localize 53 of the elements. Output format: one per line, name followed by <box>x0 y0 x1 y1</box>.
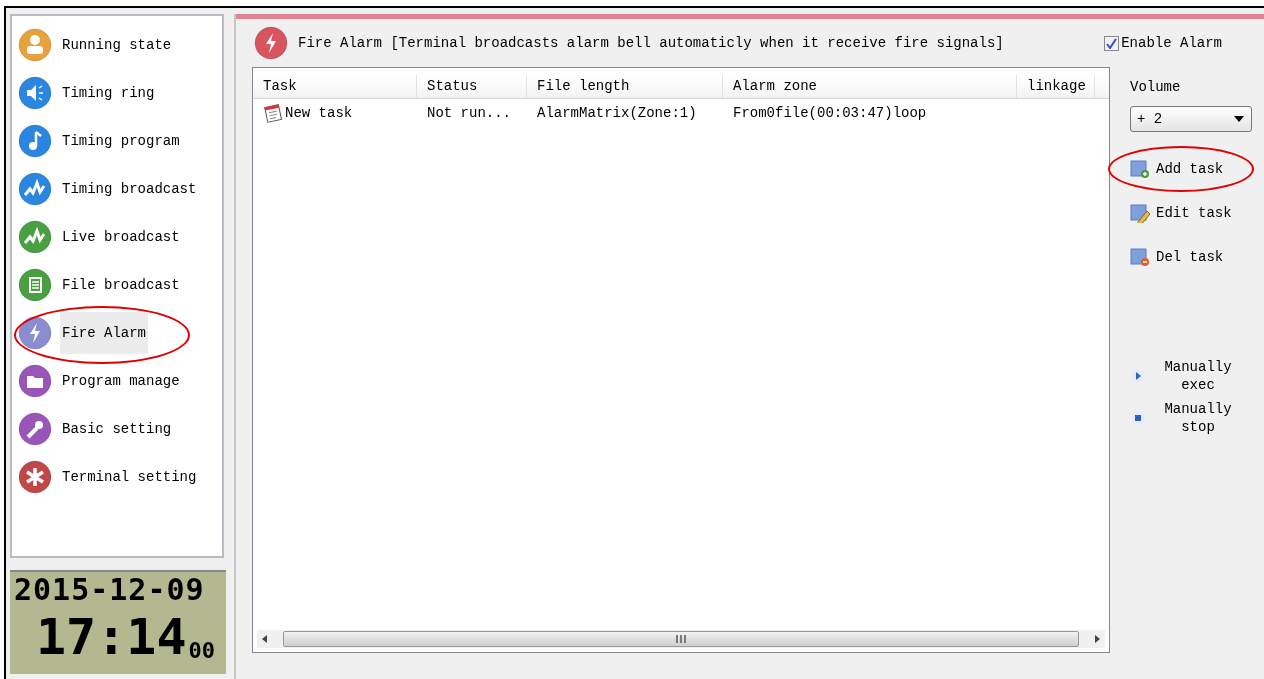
wave-icon <box>18 172 52 206</box>
sidebar-item[interactable]: Terminal setting <box>60 456 199 498</box>
column-header[interactable]: Task <box>253 75 417 98</box>
table-cell-text: From0file(00:03:47)loop <box>733 103 927 123</box>
document-icon <box>18 268 52 302</box>
column-header[interactable]: linkage <box>1017 75 1095 98</box>
column-header[interactable]: Alarm zone <box>723 75 1017 98</box>
sidebar-item[interactable]: Fire Alarm <box>60 312 148 354</box>
table-cell-text: Not run... <box>427 103 511 123</box>
volume-label: Volume <box>1130 78 1181 97</box>
folder-icon <box>18 364 52 398</box>
sidebar-item[interactable]: Running state <box>60 24 174 66</box>
table-cell-text: AlarmMatrix(Zone:1) <box>537 103 697 123</box>
edit-task-icon <box>1130 203 1150 223</box>
delete-task-icon <box>1130 247 1150 267</box>
stop-icon <box>1130 410 1146 426</box>
page-title: Fire Alarm [Terminal broadcasts alarm bell automaticly when it receive fire signals] <box>298 33 1004 53</box>
speaker-icon <box>18 76 52 110</box>
lightning-icon <box>18 316 52 350</box>
grip-icon <box>675 634 687 644</box>
sidebar-item[interactable]: Timing ring <box>60 72 157 114</box>
music-note-icon <box>18 124 52 158</box>
volume-dropdown[interactable]: + 2 <box>1130 106 1252 132</box>
play-icon <box>1130 368 1146 384</box>
sidebar-item[interactable]: File broadcast <box>60 264 182 306</box>
action-button[interactable]: Edit task <box>1126 200 1236 226</box>
sidebar-item[interactable]: Basic setting <box>60 408 174 450</box>
action-button[interactable]: Del task <box>1126 244 1228 270</box>
caret-icon <box>1233 115 1245 123</box>
action-button[interactable]: Add task <box>1126 156 1228 182</box>
notepad-icon <box>263 103 283 123</box>
manual-button[interactable]: Manually exec <box>1130 358 1264 394</box>
sidebar-item[interactable]: Live broadcast <box>60 216 182 258</box>
wave-icon <box>18 220 52 254</box>
seconds-text: 00 <box>188 637 215 665</box>
sidebar-item[interactable]: Program manage <box>60 360 182 402</box>
wrench-icon <box>18 412 52 446</box>
column-header[interactable]: File length <box>527 75 723 98</box>
date-text: 2015-12-09 <box>14 572 206 608</box>
check-icon <box>1106 37 1118 49</box>
column-header[interactable]: Status <box>417 75 527 98</box>
table-cell-text: New task <box>285 103 353 123</box>
asterisk-icon <box>18 460 52 494</box>
scrollbar-thumb[interactable] <box>283 631 1079 647</box>
enable-alarm-checkbox[interactable]: Enable Alarm <box>1104 32 1222 54</box>
sidebar-item[interactable]: Timing program <box>60 120 182 162</box>
manual-button[interactable]: Manually stop <box>1130 400 1264 436</box>
add-task-icon <box>1130 159 1150 179</box>
person-icon <box>18 28 52 62</box>
sidebar-item[interactable]: Timing broadcast <box>60 168 199 210</box>
lightning-icon <box>254 26 288 60</box>
horizontal-scrollbar[interactable] <box>257 630 1105 648</box>
time-text: 17:14 <box>36 608 187 666</box>
